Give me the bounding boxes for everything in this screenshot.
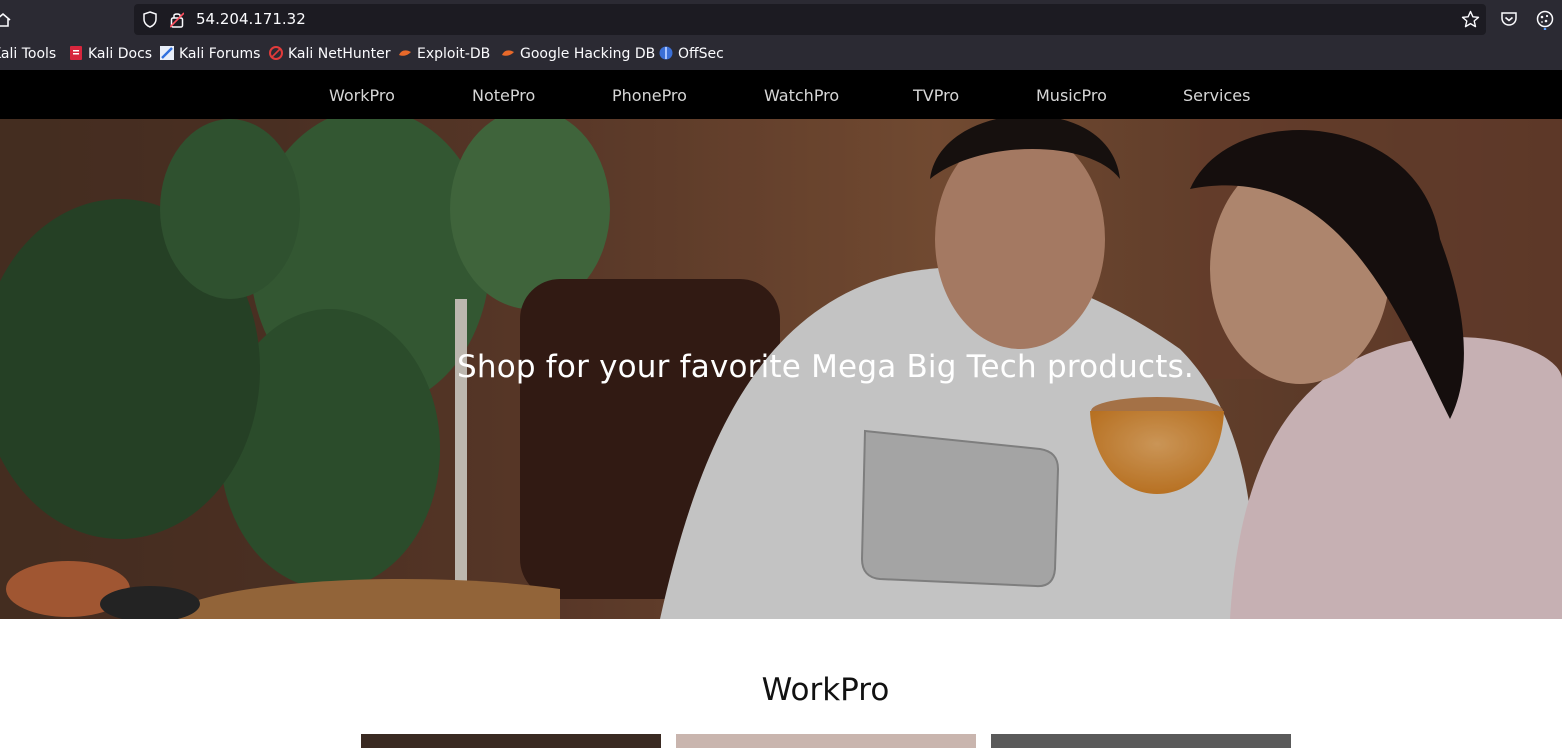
bookmark-exploit-db[interactable]: Exploit-DB bbox=[398, 40, 490, 70]
bookmark-label: Kali Forums bbox=[179, 46, 261, 62]
bookmark-google-hacking-db[interactable]: Google Hacking DB bbox=[501, 40, 655, 70]
nav-link-musicpro[interactable]: MusicPro bbox=[1036, 70, 1107, 121]
bookmark-kali-tools[interactable]: Kali Tools bbox=[0, 40, 56, 70]
pocket-icon[interactable] bbox=[1500, 10, 1518, 28]
offsec-icon bbox=[659, 46, 673, 60]
bookmark-label: Kali Tools bbox=[0, 46, 57, 62]
hero-banner: Shop for your favorite Mega Big Tech pro… bbox=[0, 119, 1562, 619]
kali-nethunter-icon bbox=[269, 46, 283, 60]
bookmark-label: Google Hacking DB bbox=[520, 46, 656, 62]
browser-toolbar: 54.204.171.32 bbox=[0, 0, 1562, 40]
extension-cookie-icon[interactable] bbox=[1535, 9, 1555, 30]
section-title: WorkPro bbox=[761, 672, 890, 708]
nav-link-tvpro[interactable]: TVPro bbox=[913, 70, 959, 121]
bookmarks-bar: Kali Tools Kali Docs Kali Forums Kali Ne… bbox=[0, 40, 1562, 70]
exploit-db-icon bbox=[399, 50, 411, 56]
insecure-lock-icon[interactable] bbox=[170, 11, 184, 28]
bookmark-label: OffSec bbox=[678, 46, 724, 62]
nav-link-notepro[interactable]: NotePro bbox=[472, 70, 535, 121]
url-text[interactable]: 54.204.171.32 bbox=[196, 4, 306, 35]
nav-link-workpro[interactable]: WorkPro bbox=[329, 70, 395, 121]
product-card-image[interactable] bbox=[991, 734, 1291, 748]
product-card-image[interactable] bbox=[361, 734, 661, 748]
nav-link-watchpro[interactable]: WatchPro bbox=[764, 70, 839, 121]
kali-forums-icon bbox=[160, 46, 174, 60]
bookmark-kali-docs[interactable]: Kali Docs bbox=[69, 40, 152, 70]
bookmark-kali-nethunter[interactable]: Kali NetHunter bbox=[269, 40, 390, 70]
bookmark-kali-forums[interactable]: Kali Forums bbox=[160, 40, 260, 70]
bookmark-label: Kali Docs bbox=[88, 46, 153, 62]
home-icon[interactable] bbox=[0, 11, 12, 29]
hero-headline: Shop for your favorite Mega Big Tech pro… bbox=[456, 349, 1194, 385]
bookmark-label: Kali NetHunter bbox=[288, 46, 391, 62]
kali-docs-icon bbox=[70, 46, 82, 60]
bookmark-offsec[interactable]: OffSec bbox=[659, 40, 724, 70]
nav-link-services[interactable]: Services bbox=[1183, 70, 1250, 121]
nav-link-phonepro[interactable]: PhonePro bbox=[612, 70, 687, 121]
product-card-image[interactable] bbox=[676, 734, 976, 748]
tracking-protection-shield-icon[interactable] bbox=[142, 11, 158, 28]
google-hacking-db-icon bbox=[502, 50, 514, 56]
bookmark-star-icon[interactable] bbox=[1461, 10, 1480, 29]
address-bar[interactable]: 54.204.171.32 bbox=[134, 4, 1486, 35]
site-nav: WorkPro NotePro PhonePro WatchPro TVPro … bbox=[0, 70, 1562, 119]
bookmark-label: Exploit-DB bbox=[417, 46, 491, 62]
